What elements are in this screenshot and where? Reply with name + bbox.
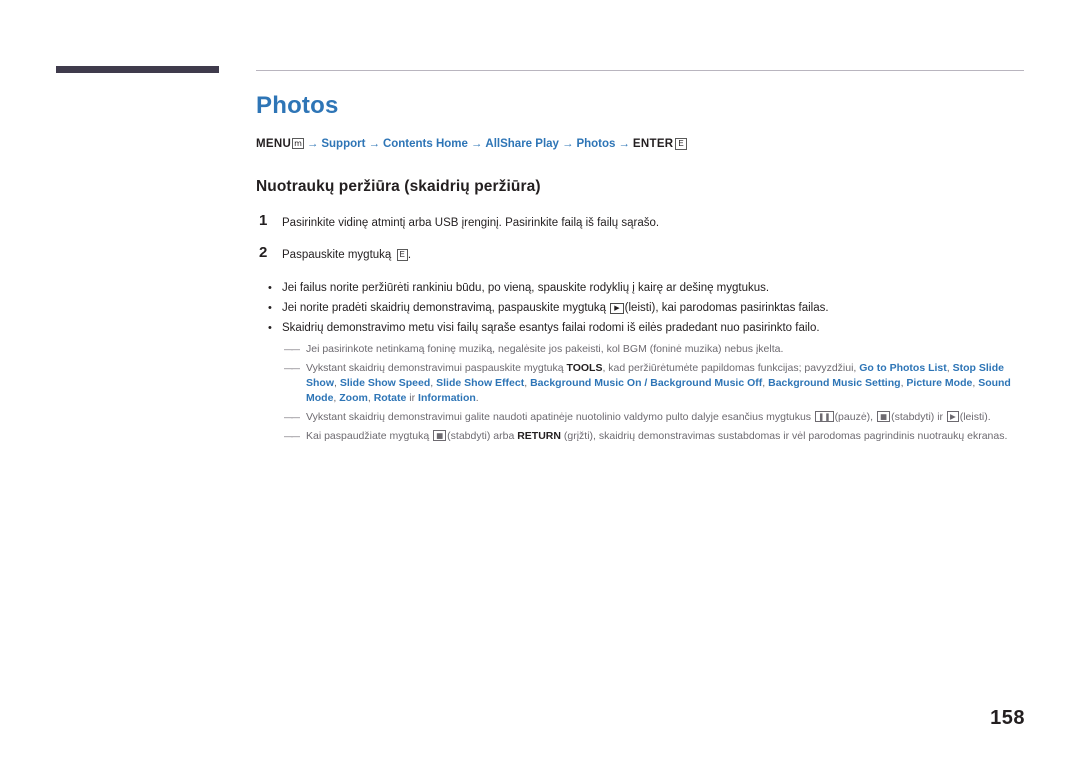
note-text: Jei pasirinkote netinkamą foninę muziką,… <box>306 343 784 355</box>
step-item: 1 Pasirinkite vidinę atmintį arba USB įr… <box>256 212 1026 232</box>
note-text: Vykstant skaidrių demonstravimui paspaus… <box>306 362 567 374</box>
note-text-play: (leisti). <box>959 411 991 423</box>
option-slide-show-effect: Slide Show Effect <box>436 377 525 389</box>
bullet-list: Jei failus norite peržiūrėti rankiniu bū… <box>256 278 1026 338</box>
breadcrumb-menu-label: MENU <box>256 138 292 150</box>
step-number: 1 <box>259 212 268 229</box>
bullet-item: Jei norite pradėti skaidrių demonstravim… <box>256 298 1026 318</box>
play-icon: ▶ <box>610 303 624 314</box>
note-text-end: (grįžti), skaidrių demonstravimas sustab… <box>560 430 1008 442</box>
option-go-to-photos-list: Go to Photos List <box>859 362 947 374</box>
bullet-item: Skaidrių demonstravimo metu visi failų s… <box>256 318 1026 338</box>
note-text-mid: , kad peržiūrėtumėte papildomas funkcija… <box>602 362 860 374</box>
note-text-mid: (stabdyti) arba <box>447 430 518 442</box>
note-text: Vykstant skaidrių demonstravimui galite … <box>306 411 814 423</box>
notes-list: Jei pasirinkote netinkamą foninę muziką,… <box>256 342 1026 444</box>
menu-key-icon: m <box>292 138 304 149</box>
bullet-text: Jei failus norite peržiūrėti rankiniu bū… <box>282 282 770 294</box>
breadcrumb-item-photos: Photos <box>576 138 616 150</box>
bullet-text: Skaidrių demonstravimo metu visi failų s… <box>282 322 820 334</box>
note-item: Jei pasirinkote netinkamą foninę muziką,… <box>256 342 1026 357</box>
breadcrumb-enter-label: ENTER <box>632 138 674 150</box>
breadcrumb-arrow-icon: → <box>368 138 380 150</box>
header-rule <box>256 70 1024 71</box>
step-number: 2 <box>259 244 268 261</box>
enter-key-icon: E <box>675 138 687 150</box>
option-zoom: Zoom <box>339 392 368 404</box>
bullet-text-end: (leisti), kai parodomas pasirinktas fail… <box>624 302 829 314</box>
return-button-label: RETURN <box>517 430 561 442</box>
note-item-tools: Vykstant skaidrių demonstravimui paspaus… <box>256 361 1026 406</box>
breadcrumb-arrow-icon: → <box>561 138 574 150</box>
note-text: Kai paspaudžiate mygtuką <box>306 430 433 442</box>
bullet-text: Jei norite pradėti skaidrių demonstravim… <box>282 302 610 314</box>
pause-icon: ❚❚ <box>814 411 834 422</box>
breadcrumb-item-support: Support <box>321 138 366 150</box>
tools-button-label: TOOLS <box>566 362 603 374</box>
steps-list: 1 Pasirinkite vidinę atmintį arba USB įr… <box>256 212 1026 264</box>
bullet-item: Jei failus norite peržiūrėti rankiniu bū… <box>256 278 1026 298</box>
enter-key-icon: E <box>396 249 408 261</box>
option-background-music-toggle: Background Music On / Background Music O… <box>530 377 763 389</box>
breadcrumb-item-allshare-play: AllShare Play <box>485 138 559 150</box>
step-text-end: . <box>407 249 412 261</box>
stop-icon: ■ <box>433 430 447 441</box>
note-item-buttons: Vykstant skaidrių demonstravimui galite … <box>256 410 1026 425</box>
page-content: Photos MENU m → Support → Contents Home → AllSh… <box>256 92 1026 444</box>
option-picture-mode: Picture Mode <box>906 377 973 389</box>
document-page: Photos MENU m → Support → Contents Home → AllSh… <box>0 0 1080 763</box>
page-title: Photos <box>256 92 339 119</box>
section-heading: Nuotraukų peržiūra (skaidrių peržiūra) <box>256 178 541 195</box>
play-icon: ▶ <box>946 411 959 422</box>
breadcrumb-arrow-icon: → <box>470 138 483 150</box>
breadcrumb-arrow-icon: → <box>306 138 319 150</box>
step-item: 2 Paspauskite mygtuką E. <box>256 244 1026 264</box>
breadcrumb: MENU m → Support → Contents Home → AllShare Pla… <box>256 136 1026 152</box>
option-background-music-setting: Background Music Setting <box>768 377 901 389</box>
breadcrumb-item-contents-home: Contents Home <box>382 138 468 150</box>
option-rotate: Rotate <box>373 392 407 404</box>
option-slide-show-speed: Slide Show Speed <box>339 377 431 389</box>
note-text-stop: (stabdyti) ir <box>891 411 946 423</box>
note-text-pause: (pauzė), <box>834 411 876 423</box>
note-end: . <box>475 392 479 404</box>
header-accent-bar <box>56 66 219 73</box>
step-text: Pasirinkite vidinę atmintį arba USB įren… <box>282 217 660 229</box>
note-item-return: Kai paspaudžiate mygtuką ■(stabdyti) arb… <box>256 429 1026 444</box>
page-number: 158 <box>990 707 1025 729</box>
step-text: Paspauskite mygtuką <box>282 249 395 261</box>
breadcrumb-arrow-icon: → <box>618 138 630 150</box>
option-information: Information <box>418 392 476 404</box>
stop-icon: ■ <box>877 411 891 422</box>
